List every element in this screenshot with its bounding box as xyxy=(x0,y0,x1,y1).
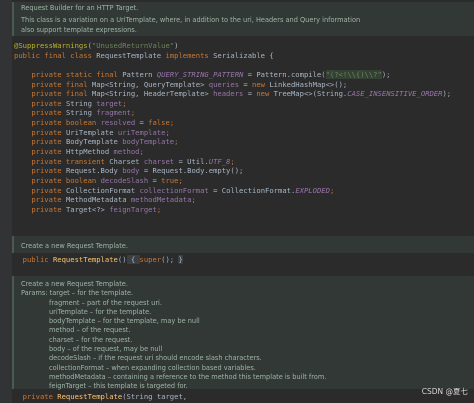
javadoc-params-comment: Create a new Request Template. Params: t… xyxy=(12,276,474,391)
javadoc-line: Create a new Request Template. xyxy=(21,242,128,250)
javadoc-class-comment: Request Builder for an HTTP Target. This… xyxy=(12,2,474,36)
javadoc-line: Create a new Request Template. xyxy=(21,280,128,288)
code-line-field[interactable]: private UriTemplate uriTemplate; xyxy=(14,128,474,138)
javadoc-line: This class is a variation on a UriTempla… xyxy=(21,16,361,25)
javadoc-param: methodMetadata – containing a reference … xyxy=(49,372,327,381)
code-line-field[interactable]: private boolean resolved = false; xyxy=(14,118,474,128)
javadoc-params-line: Params: target – for the template. xyxy=(21,289,474,298)
code-line-field[interactable]: private String fragment; xyxy=(14,108,474,118)
code-line-field[interactable]: private transient Charset charset = Util… xyxy=(14,157,474,167)
code-line-field[interactable]: private CollectionFormat collectionForma… xyxy=(14,186,474,196)
code-line-field[interactable]: private static final Pattern QUERY_STRIN… xyxy=(14,69,474,80)
code-block-constructor[interactable]: public RequestTemplate() { super(); } xyxy=(12,255,474,265)
javadoc-param: collectionFormat – when expanding collec… xyxy=(49,363,256,372)
code-line-field[interactable]: private BodyTemplate bodyTemplate; xyxy=(14,137,474,147)
javadoc-constructor-comment: Create a new Request Template. xyxy=(12,236,474,253)
code-line-constructor[interactable]: private RequestTemplate(String target, xyxy=(14,392,474,402)
code-line-field[interactable]: private final Map<String, HeaderTemplate… xyxy=(14,89,474,99)
code-line-class-declaration[interactable]: public final class RequestTemplate imple… xyxy=(14,51,474,61)
code-line-field[interactable]: private Target<?> feignTarget; xyxy=(14,205,474,215)
editor-gutter[interactable] xyxy=(0,0,12,403)
javadoc-param: bodyTemplate – for the template, may be … xyxy=(49,317,200,326)
javadoc-param: method – of the request. xyxy=(49,326,131,335)
javadoc-param: uriTemplate – for the template. xyxy=(49,307,152,316)
code-line-field[interactable]: private final Map<String, QueryTemplate>… xyxy=(14,80,474,90)
csdn-watermark: CSDN @夏七 xyxy=(421,387,468,396)
javadoc-line: Request Builder for an HTTP Target. xyxy=(21,4,139,12)
code-editor[interactable]: Request Builder for an HTTP Target. This… xyxy=(0,0,474,403)
code-line-field[interactable]: private HttpMethod method; xyxy=(14,147,474,157)
code-line-field[interactable]: private boolean decodeSlash = true; xyxy=(14,176,474,186)
code-block-fields[interactable]: @SuppressWarnings("UnusedReturnValue") p… xyxy=(12,41,474,215)
code-line-field[interactable]: private MethodMetadata methodMetadata; xyxy=(14,195,474,205)
javadoc-params-label: Params: xyxy=(21,289,50,298)
javadoc-param: feignTarget – this template is targeted … xyxy=(49,382,188,391)
javadoc-param: decodeSlash – if the request uri should … xyxy=(49,354,262,363)
javadoc-param: target – for the template. xyxy=(49,289,134,298)
code-line-field[interactable]: private Request.Body body = Request.Body… xyxy=(14,166,474,176)
javadoc-param: body – of the request, may be null xyxy=(49,345,163,354)
code-block-constructor-2[interactable]: private RequestTemplate(String target, xyxy=(12,392,474,402)
code-line-blank[interactable] xyxy=(14,60,474,70)
code-line-field[interactable]: private String target; xyxy=(14,99,474,109)
code-line-annotation[interactable]: @SuppressWarnings("UnusedReturnValue") xyxy=(14,41,474,51)
javadoc-param: fragment – part of the request uri. xyxy=(49,298,162,307)
javadoc-param: charset – for the request. xyxy=(49,335,133,344)
javadoc-line: also support template expressions. xyxy=(21,25,137,34)
code-line-constructor[interactable]: public RequestTemplate() { super(); } xyxy=(14,255,474,265)
